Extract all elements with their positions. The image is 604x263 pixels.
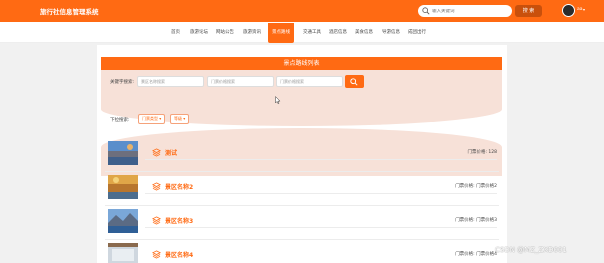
list-item[interactable]: 景区名称3 门票价格: 门票价格3 xyxy=(105,206,499,240)
watermark: CSDN @MZ_ZXD001 xyxy=(495,246,567,254)
scenic-thumbnail[interactable] xyxy=(108,141,138,165)
nav-item-guide[interactable]: 导游信息 xyxy=(382,29,400,35)
divider xyxy=(145,227,497,228)
user-avatar[interactable] xyxy=(562,4,575,17)
scenic-thumbnail[interactable] xyxy=(108,175,138,199)
layers-icon xyxy=(152,148,161,157)
list-item[interactable]: 景区名称4 门票价格: 门票价格4 xyxy=(105,240,499,263)
nav-item-transport[interactable]: 交通工具 xyxy=(303,29,321,35)
content-panel: 景点路线列表 关键字搜索: 景区名称搜索 门票价格搜索 门票价格搜索 下拉搜索:… xyxy=(97,45,507,263)
divider xyxy=(145,193,497,194)
panel-title: 景点路线列表 xyxy=(101,57,502,70)
ticket-price-input[interactable]: 门票价格搜索 xyxy=(207,76,274,87)
search-button[interactable]: 搜 索 xyxy=(515,5,542,17)
ticket-price-input-2[interactable]: 门票价格搜索 xyxy=(276,76,343,87)
search-icon xyxy=(422,7,430,15)
list-item[interactable]: 测试 门票价格: 128 xyxy=(105,138,499,172)
dropdown-search-label: 下拉搜索: xyxy=(110,118,130,123)
search-icon xyxy=(350,78,358,86)
filter-search-button[interactable] xyxy=(345,75,364,88)
layers-icon xyxy=(152,216,161,225)
search-box[interactable] xyxy=(418,5,512,17)
list-item[interactable]: 景区名称2 门票价格: 门票价格2 xyxy=(105,172,499,206)
level-dropdown[interactable]: 等级 ▾ xyxy=(170,114,190,124)
scenic-name-input[interactable]: 景区名称搜索 xyxy=(137,76,204,87)
nav-item-routes[interactable]: 景点路线 xyxy=(268,23,294,43)
ticket-type-dropdown[interactable]: 门票类型 ▾ xyxy=(138,114,166,124)
chevron-down-icon[interactable]: ▾ xyxy=(583,7,585,12)
search-input[interactable] xyxy=(432,8,502,14)
user-name[interactable]: aa xyxy=(577,7,583,12)
mouse-cursor-icon xyxy=(275,96,281,104)
scenic-thumbnail[interactable] xyxy=(108,243,138,263)
nav-item-notice[interactable]: 网站公告 xyxy=(216,29,234,35)
divider xyxy=(145,159,497,160)
nav-item-group-tour[interactable]: 成团出行 xyxy=(408,29,426,35)
keyword-search-label: 关键字搜索: xyxy=(110,80,135,85)
scenic-name[interactable]: 景区名称4 xyxy=(165,250,193,259)
ticket-price: 门票价格: 门票价格4 xyxy=(455,252,497,257)
scenic-name[interactable]: 测试 xyxy=(165,148,177,157)
layers-icon xyxy=(152,182,161,191)
top-header: 旅行社信息管理系统 搜 索 aa ▾ xyxy=(0,0,604,22)
ticket-price: 门票价格: 门票价格2 xyxy=(455,184,497,189)
nav-item-home[interactable]: 首页 xyxy=(171,29,180,35)
scenic-thumbnail[interactable] xyxy=(108,209,138,233)
nav-item-food[interactable]: 美食信息 xyxy=(355,29,373,35)
scenic-name[interactable]: 景区名称2 xyxy=(165,182,193,191)
nav-item-forum[interactable]: 旅游论坛 xyxy=(190,29,208,35)
ticket-price: 门票价格: 128 xyxy=(467,150,497,155)
layers-icon xyxy=(152,250,161,259)
site-title: 旅行社信息管理系统 xyxy=(40,8,99,16)
nav-item-news[interactable]: 旅游资讯 xyxy=(243,29,261,35)
main-nav: 首页 旅游论坛 网站公告 旅游资讯 景点路线 交通工具 酒店信息 美食信息 导游… xyxy=(0,22,604,43)
ticket-price: 门票价格: 门票价格3 xyxy=(455,218,497,223)
nav-item-hotel[interactable]: 酒店信息 xyxy=(329,29,347,35)
scenic-name[interactable]: 景区名称3 xyxy=(165,216,193,225)
